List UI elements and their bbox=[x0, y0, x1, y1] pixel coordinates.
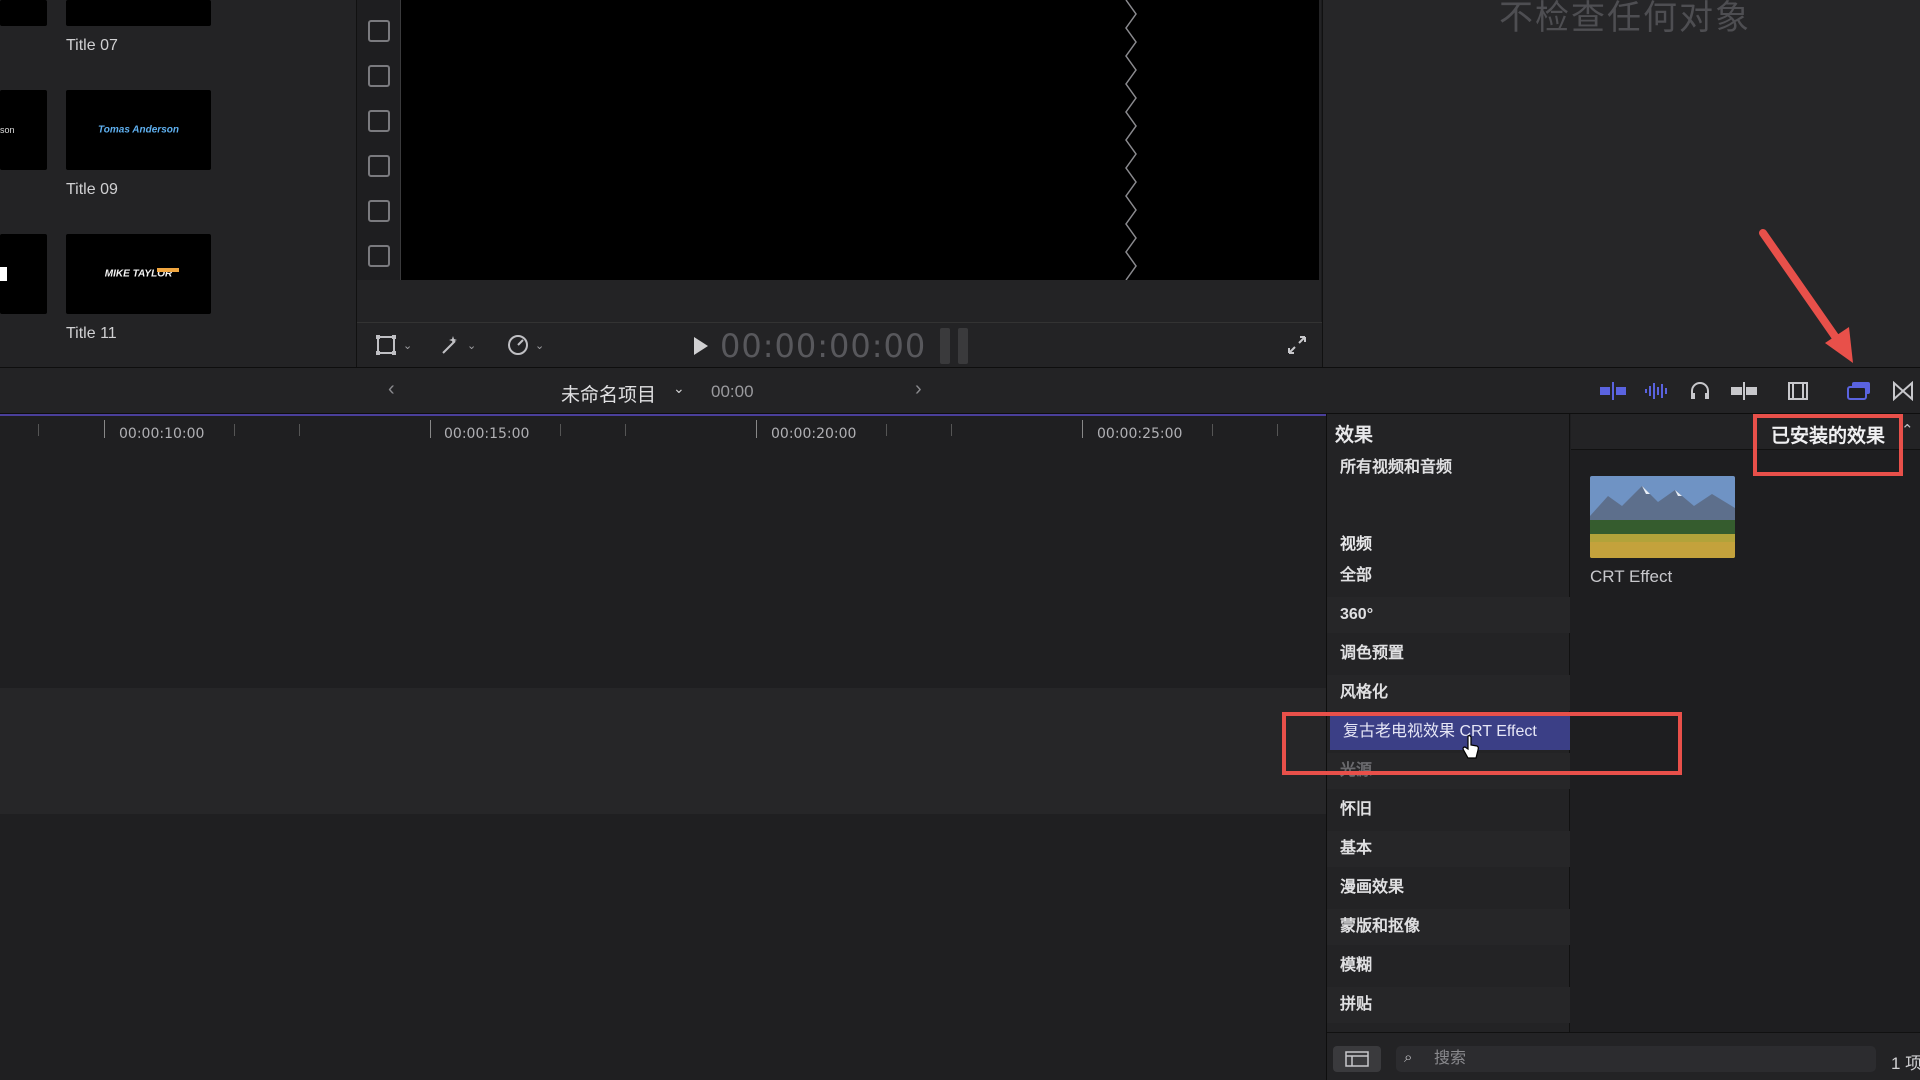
ruler-tick bbox=[1082, 420, 1083, 438]
ruler-label: 00:00:15:00 bbox=[444, 426, 530, 442]
timeline[interactable]: 00:00:10:00 00:00:15:00 00:00:20:00 00:0… bbox=[0, 414, 1326, 1080]
ruler-tick bbox=[1212, 424, 1213, 436]
viewer-side-strip bbox=[357, 0, 401, 280]
thumbnail-accent bbox=[157, 268, 179, 272]
clip-appearance-icon[interactable] bbox=[1784, 379, 1812, 403]
chevron-down-icon[interactable]: ⌄ bbox=[535, 339, 544, 352]
checkbox[interactable] bbox=[368, 200, 390, 222]
primary-storyline[interactable] bbox=[0, 688, 1326, 814]
search-input[interactable] bbox=[1434, 1048, 1864, 1070]
checkbox[interactable] bbox=[368, 65, 390, 87]
thumbnail-text: son bbox=[0, 125, 15, 135]
skimming-icon[interactable] bbox=[1599, 379, 1627, 403]
title-thumbnail[interactable] bbox=[66, 0, 211, 26]
timecode-display: 00:00:00:00 bbox=[720, 327, 927, 365]
fullscreen-icon[interactable] bbox=[1287, 332, 1307, 358]
effect-thumbnail[interactable] bbox=[1590, 476, 1735, 558]
title-label: Title 07 bbox=[66, 37, 118, 54]
category-all-video-audio[interactable]: 所有视频和音频 bbox=[1327, 450, 1570, 486]
category-item[interactable]: 全部 bbox=[1327, 558, 1570, 594]
category-item[interactable]: 基本 bbox=[1327, 831, 1570, 867]
play-icon[interactable] bbox=[694, 337, 708, 355]
ruler-tick bbox=[756, 420, 757, 438]
thumbnail-text: MIKE TAYLOR bbox=[104, 268, 173, 280]
next-arrow-icon[interactable]: › bbox=[915, 378, 922, 401]
title-thumbnail-partial[interactable] bbox=[0, 234, 47, 314]
ruler-tick bbox=[951, 424, 952, 436]
thumbnail-text: Tomas Anderson bbox=[98, 124, 179, 136]
audio-meter bbox=[940, 328, 950, 364]
checkbox[interactable] bbox=[368, 110, 390, 132]
landscape-thumbnail-image bbox=[1590, 476, 1735, 558]
inspector-empty-message: 不检查任何对象 bbox=[1499, 0, 1751, 37]
category-item[interactable]: 调色预置 bbox=[1327, 636, 1570, 672]
effects-browser-icon[interactable] bbox=[1845, 379, 1873, 403]
ruler-label: 00:00:25:00 bbox=[1097, 426, 1183, 442]
chevron-down-icon[interactable]: ⌄ bbox=[673, 380, 685, 397]
ruler-tick bbox=[430, 420, 431, 438]
audio-skimming-icon[interactable] bbox=[1643, 379, 1671, 403]
title-thumbnail-partial[interactable]: son bbox=[0, 90, 47, 170]
search-icon[interactable]: ⌕ bbox=[1404, 1049, 1412, 1066]
effect-name: CRT Effect bbox=[1590, 567, 1673, 586]
ruler-tick bbox=[625, 424, 626, 436]
project-duration: 00:00 bbox=[711, 382, 754, 401]
ruler-tick bbox=[1277, 424, 1278, 436]
category-item[interactable]: 蒙版和抠像 bbox=[1327, 909, 1570, 945]
speedometer-icon[interactable]: ⌄ bbox=[507, 332, 544, 358]
ruler-tick bbox=[38, 424, 39, 436]
section-video: 视频 bbox=[1340, 536, 1373, 553]
category-item[interactable]: 拼贴 bbox=[1327, 987, 1570, 1023]
ruler-tick bbox=[299, 424, 300, 436]
magic-wand-icon[interactable]: ⌄ bbox=[439, 332, 476, 358]
title-thumbnail[interactable]: Tomas Anderson bbox=[66, 90, 211, 170]
search-field[interactable]: ⌕ bbox=[1396, 1046, 1876, 1072]
category-item[interactable]: 漫画效果 bbox=[1327, 870, 1570, 906]
category-item[interactable]: 360° bbox=[1327, 597, 1570, 633]
chevron-down-icon[interactable]: ⌄ bbox=[403, 339, 412, 352]
checkbox[interactable] bbox=[368, 245, 390, 267]
category-item[interactable]: 模糊 bbox=[1327, 948, 1570, 984]
ruler-tick bbox=[104, 420, 105, 438]
effects-header: 效果 bbox=[1335, 425, 1374, 446]
viewer-controls: ⌄ ⌄ ⌄ 00:00:00:00 bbox=[357, 322, 1322, 367]
timeline-toolbar: ‹ 未命名项目 ⌄ 00:00 › bbox=[0, 367, 1920, 414]
title-label: Title 09 bbox=[66, 181, 118, 198]
previous-arrow-icon[interactable]: ‹ bbox=[388, 378, 395, 401]
checkbox[interactable] bbox=[368, 155, 390, 177]
mouse-cursor-icon bbox=[1462, 735, 1479, 759]
thumbnail-graphic bbox=[0, 267, 7, 281]
audio-meter bbox=[958, 328, 968, 364]
category-item[interactable]: 怀旧 bbox=[1327, 792, 1570, 828]
item-count: 1 项 bbox=[1891, 1054, 1920, 1073]
transitions-browser-icon[interactable] bbox=[1889, 379, 1917, 403]
title-thumbnail-partial[interactable] bbox=[0, 0, 47, 26]
ruler-tick bbox=[234, 424, 235, 436]
timeline-ruler[interactable]: 00:00:10:00 00:00:15:00 00:00:20:00 00:0… bbox=[0, 414, 1326, 446]
titles-browser: son Title 07 Tomas Anderson Title 09 MIK… bbox=[0, 0, 356, 367]
ruler-tick bbox=[560, 424, 561, 436]
effects-footer: ⌕ 1 项 bbox=[1327, 1032, 1920, 1080]
transform-icon[interactable]: ⌄ bbox=[375, 332, 412, 358]
ruler-label: 00:00:20:00 bbox=[771, 426, 857, 442]
layout-toggle-button[interactable] bbox=[1333, 1046, 1381, 1072]
sidebar-icon bbox=[1345, 1051, 1369, 1067]
ruler-label: 00:00:10:00 bbox=[119, 426, 205, 442]
annotation-box-installed bbox=[1753, 414, 1903, 476]
ruler-tick bbox=[886, 424, 887, 436]
title-thumbnail[interactable]: MIKE TAYLOR bbox=[66, 234, 211, 314]
project-name[interactable]: 未命名项目 bbox=[561, 380, 656, 407]
category-item[interactable]: 风格化 bbox=[1327, 675, 1570, 711]
viewer: ⌄ ⌄ ⌄ 00:00:00:00 bbox=[356, 0, 1322, 367]
headphones-icon[interactable] bbox=[1686, 379, 1714, 403]
snapping-icon[interactable] bbox=[1730, 379, 1758, 403]
chevron-down-icon[interactable]: ⌄ bbox=[467, 339, 476, 352]
annotation-arrow bbox=[1759, 229, 1853, 363]
title-label: Title 11 bbox=[66, 325, 117, 342]
annotation-box-selected-category bbox=[1282, 712, 1682, 775]
torn-edge-graphic bbox=[1125, 0, 1137, 280]
checkbox[interactable] bbox=[368, 20, 390, 42]
viewer-canvas[interactable] bbox=[401, 0, 1319, 280]
